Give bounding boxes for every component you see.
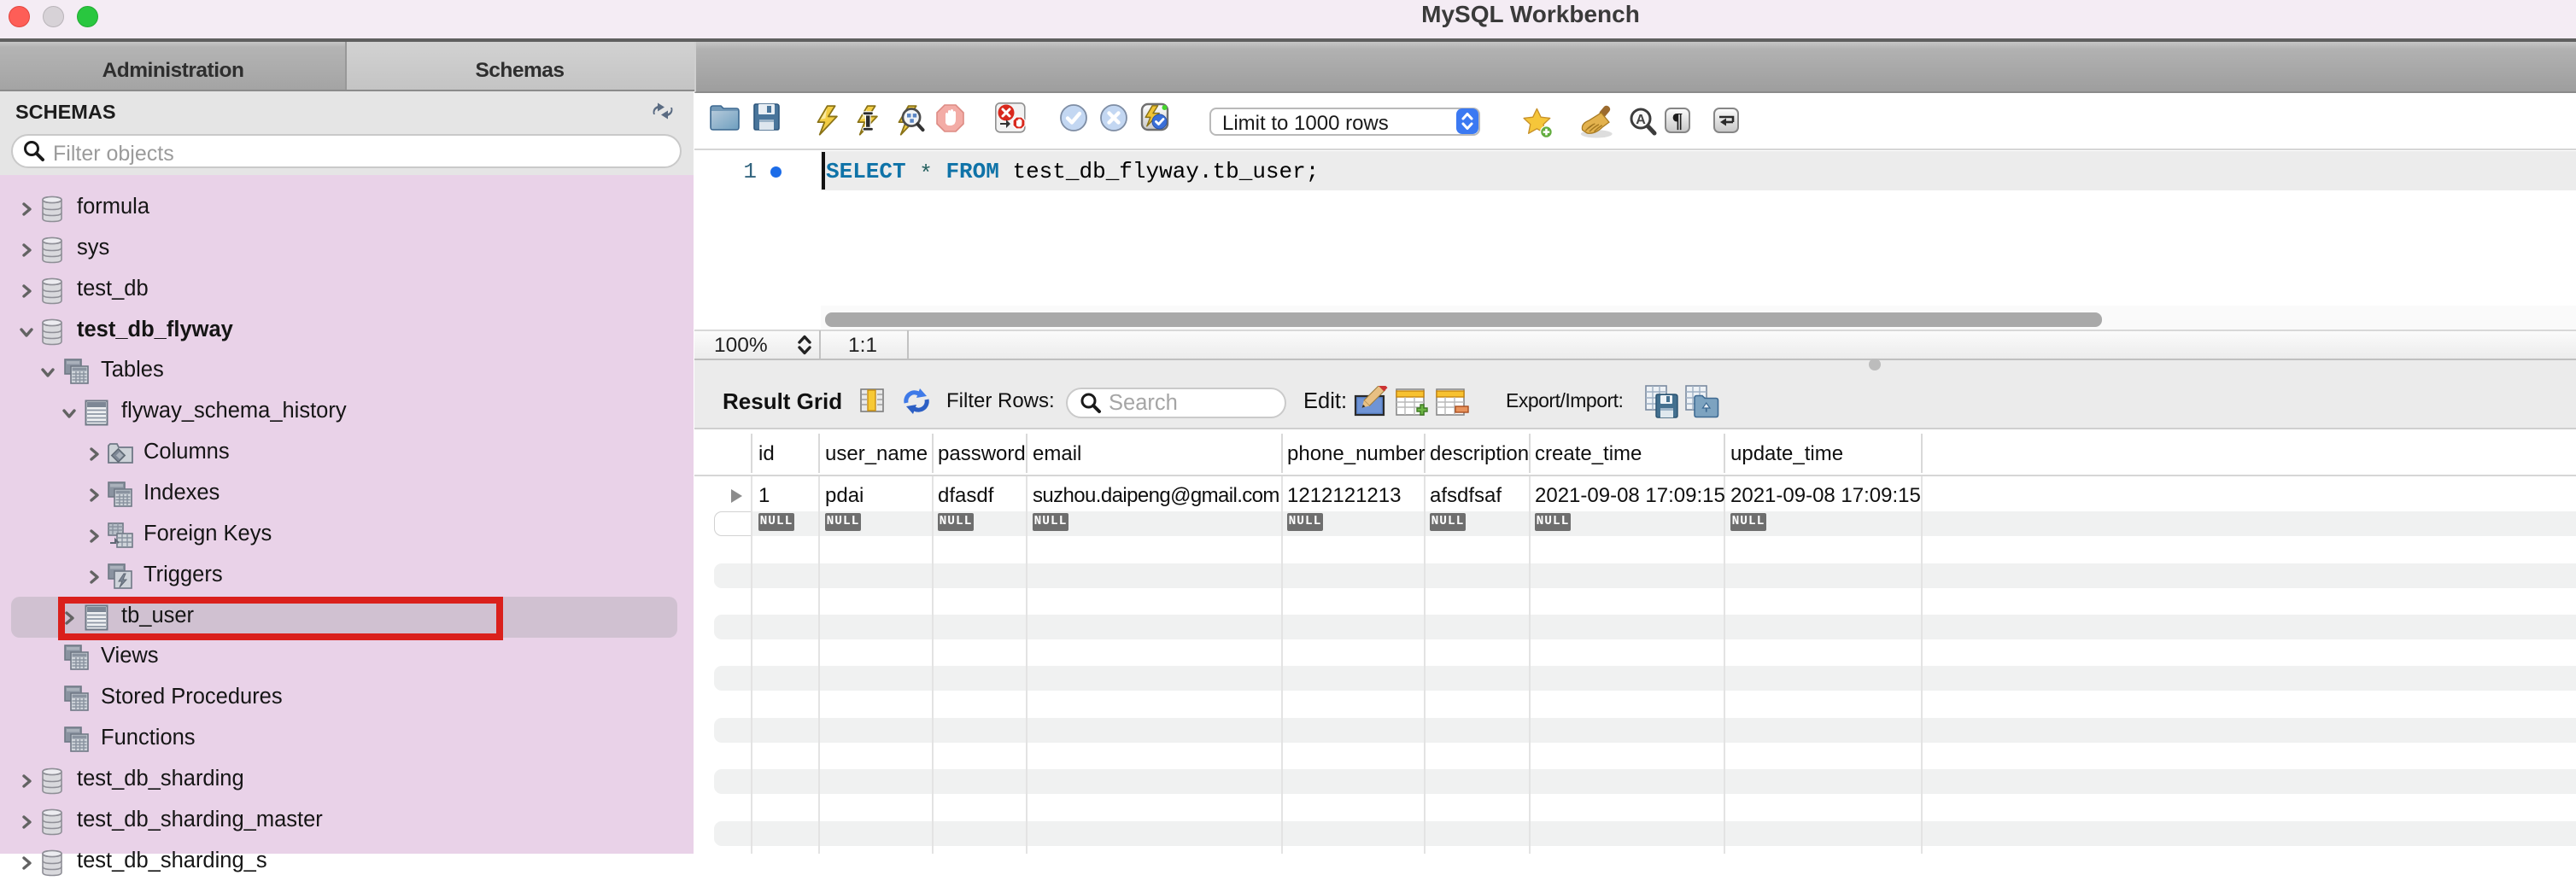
svg-text:¶: ¶ [1672,110,1683,132]
svg-text:A: A [1636,113,1646,127]
